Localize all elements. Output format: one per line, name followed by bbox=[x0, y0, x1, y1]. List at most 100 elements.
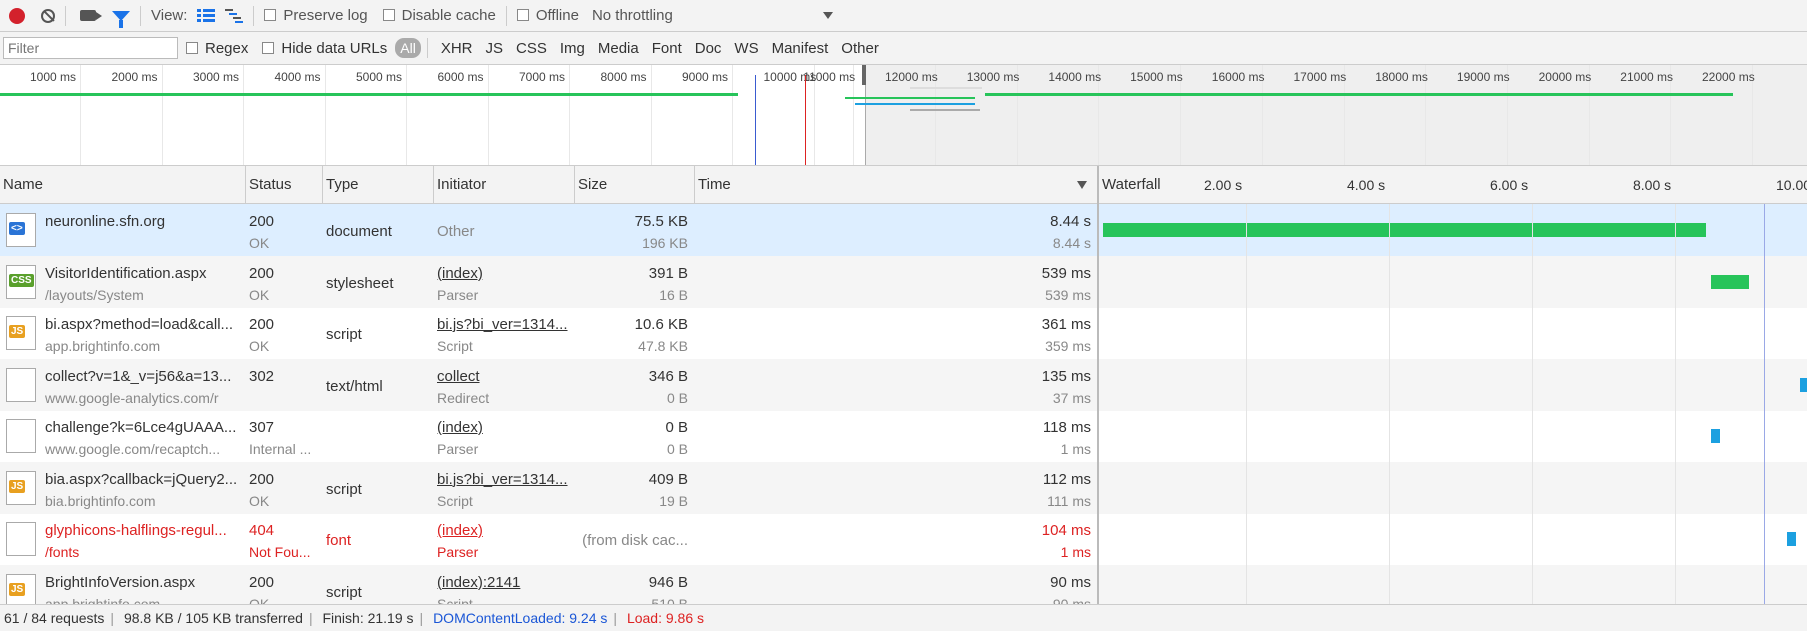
column-initiator[interactable]: Initiator bbox=[433, 166, 574, 204]
filter-icon[interactable] bbox=[112, 10, 130, 28]
checkbox-box[interactable] bbox=[264, 9, 277, 21]
total-time: 118 ms bbox=[1042, 419, 1091, 436]
waterfall-cell bbox=[1097, 410, 1807, 462]
file-blank-icon bbox=[6, 522, 36, 556]
latency-time: 539 ms bbox=[1045, 286, 1091, 303]
toolbar-divider bbox=[65, 5, 66, 26]
name-cell[interactable]: challenge?k=6Lce4gUAAA... www.google.com… bbox=[0, 410, 245, 462]
status-divider: | bbox=[613, 610, 618, 626]
type-filter-other[interactable]: Other bbox=[841, 40, 879, 57]
initiator-link[interactable]: collect bbox=[437, 368, 480, 385]
initiator-cell: (index) Parser bbox=[433, 513, 574, 565]
type-filter-js[interactable]: JS bbox=[485, 40, 503, 57]
hide-data-urls-checkbox[interactable]: Hide data URLs bbox=[262, 40, 387, 57]
initiator-cell: (index) Parser bbox=[433, 410, 574, 462]
overview-handle[interactable] bbox=[862, 65, 866, 85]
column-status[interactable]: Status bbox=[245, 166, 322, 204]
finish-time: Finish: 21.19 s bbox=[322, 610, 414, 626]
type-filter-doc[interactable]: Doc bbox=[695, 40, 722, 57]
column-time[interactable]: Time bbox=[694, 166, 1097, 204]
initiator-link[interactable]: (index):2141 bbox=[437, 574, 520, 591]
throttling-select[interactable]: No throttling bbox=[592, 7, 673, 24]
initiator-cell: collect Redirect bbox=[433, 359, 574, 411]
file-js-icon: JS bbox=[6, 316, 36, 350]
size-cell: 75.5 KB 196 KB bbox=[574, 204, 694, 256]
type-filter-font[interactable]: Font bbox=[652, 40, 682, 57]
checkbox-box[interactable] bbox=[186, 41, 198, 54]
status-text: OK bbox=[249, 286, 270, 303]
request-row[interactable]: glyphicons-halflings-regul... /fonts 404… bbox=[0, 513, 1807, 565]
overview-tick-label: 9000 ms bbox=[682, 70, 729, 84]
status-cell: 307 Internal ... bbox=[245, 410, 322, 462]
request-row[interactable]: challenge?k=6Lce4gUAAA... www.google.com… bbox=[0, 410, 1807, 462]
checkbox-box[interactable] bbox=[382, 9, 395, 21]
initiator-link[interactable]: bi.js?bi_ver=1314... bbox=[437, 316, 568, 333]
column-name[interactable]: Name bbox=[0, 166, 245, 204]
total-time: 112 ms bbox=[1042, 470, 1091, 488]
offline-checkbox[interactable]: Offline bbox=[516, 7, 579, 24]
initiator-link[interactable]: (index) bbox=[437, 419, 483, 436]
request-row[interactable]: collect?v=1&_v=j56&a=13... www.google-an… bbox=[0, 358, 1807, 411]
request-path: www.google-analytics.com/r bbox=[45, 389, 219, 406]
column-type[interactable]: Type bbox=[322, 166, 433, 204]
column-size[interactable]: Size bbox=[574, 166, 694, 204]
overview-tick-label: 18000 ms bbox=[1375, 70, 1428, 84]
status-text: OK bbox=[249, 235, 270, 251]
overview-tick-label: 17000 ms bbox=[1293, 70, 1347, 84]
initiator-cell: (index) Parser bbox=[433, 256, 574, 308]
filter-input[interactable] bbox=[3, 37, 178, 59]
preserve-log-checkbox[interactable]: Preserve log bbox=[264, 7, 368, 24]
resource-size: 16 B bbox=[659, 286, 688, 303]
name-cell[interactable]: glyphicons-halflings-regul... /fonts bbox=[0, 513, 245, 565]
request-path: bia.brightinfo.com bbox=[45, 492, 156, 509]
file-css-icon: CSS bbox=[6, 264, 36, 299]
initiator-link[interactable]: bi.js?bi_ver=1314... bbox=[437, 471, 568, 488]
initiator-link[interactable]: (index) bbox=[437, 522, 483, 539]
request-name: VisitorIdentification.aspx bbox=[45, 264, 207, 282]
view-label: View: bbox=[151, 7, 188, 24]
type-cell: font bbox=[322, 513, 433, 565]
chevron-down-icon[interactable] bbox=[822, 12, 833, 19]
type-filter-ws[interactable]: WS bbox=[734, 40, 758, 57]
checkbox-box[interactable] bbox=[516, 9, 529, 21]
file-blank-icon bbox=[6, 419, 36, 453]
name-cell[interactable]: CSS VisitorIdentification.aspx /layouts/… bbox=[0, 256, 245, 308]
type-filter-manifest[interactable]: Manifest bbox=[772, 40, 829, 57]
large-rows-icon[interactable] bbox=[197, 8, 216, 23]
request-row[interactable]: CSS VisitorIdentification.aspx /layouts/… bbox=[0, 255, 1807, 308]
overview-timeline[interactable]: 1000 ms 2000 ms 3000 ms 4000 ms 5000 ms 6000 … bbox=[0, 65, 1807, 166]
type-filter-css[interactable]: CSS bbox=[516, 40, 547, 57]
grid-header: Name Status Type Initiator Size Time Wat… bbox=[0, 166, 1807, 231]
initiator-cell: bi.js?bi_ver=1314... Script bbox=[433, 307, 574, 359]
type-cell: document bbox=[322, 204, 433, 256]
overview-tick-label: 4000 ms bbox=[274, 70, 321, 84]
disable-cache-checkbox[interactable]: Disable cache bbox=[382, 7, 496, 24]
overview-tick-label: 13000 ms bbox=[966, 70, 1020, 84]
request-row[interactable]: JS bi.aspx?method=load&call... app.brigh… bbox=[0, 307, 1807, 359]
name-cell[interactable]: collect?v=1&_v=j56&a=13... www.google-an… bbox=[0, 359, 245, 411]
latency-time: 359 ms bbox=[1045, 338, 1091, 354]
type-filter-media[interactable]: Media bbox=[598, 40, 639, 57]
overview-waterfall-icon[interactable] bbox=[225, 8, 244, 23]
overview-tick-label: 7000 ms bbox=[519, 70, 566, 84]
request-path: /fonts bbox=[45, 544, 80, 560]
status-cell: 200 OK bbox=[245, 462, 322, 514]
type-filter-all[interactable]: All bbox=[395, 38, 421, 58]
name-cell[interactable]: <> neuronline.sfn.org bbox=[0, 204, 245, 256]
type-filter-img[interactable]: Img bbox=[560, 40, 585, 57]
checkbox-box[interactable] bbox=[262, 41, 275, 54]
transfer-size: 346 B bbox=[648, 367, 688, 385]
clear-icon[interactable] bbox=[41, 8, 55, 23]
name-cell[interactable]: JS bia.aspx?callback=jQuery2... bia.brig… bbox=[0, 462, 245, 514]
regex-checkbox[interactable]: Regex bbox=[186, 40, 248, 57]
request-row[interactable]: JS bia.aspx?callback=jQuery2... bia.brig… bbox=[0, 461, 1807, 514]
screenshot-camera-icon[interactable] bbox=[80, 10, 102, 21]
type-filter-xhr[interactable]: XHR bbox=[441, 40, 473, 57]
time-cell: 112 ms 111 ms bbox=[694, 462, 1097, 514]
column-time-label: Time bbox=[698, 176, 731, 193]
waterfall-cell bbox=[1097, 307, 1807, 359]
load-time: Load: 9.86 s bbox=[626, 610, 704, 626]
initiator-link[interactable]: (index) bbox=[437, 265, 483, 282]
record-icon[interactable] bbox=[9, 7, 25, 24]
name-cell[interactable]: JS bi.aspx?method=load&call... app.brigh… bbox=[0, 307, 245, 359]
